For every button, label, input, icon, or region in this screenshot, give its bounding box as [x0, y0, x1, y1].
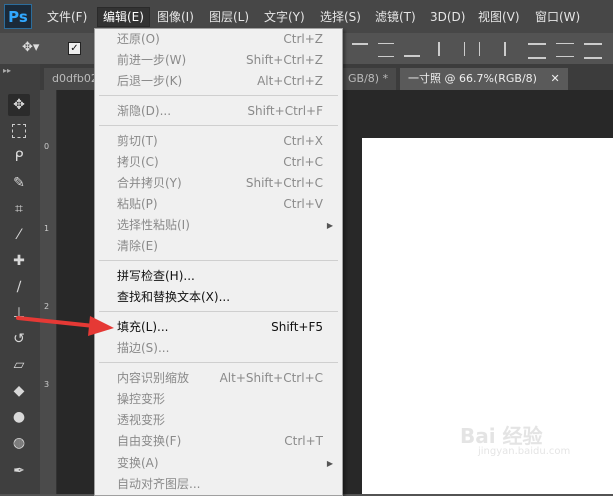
tab-document-2[interactable]: GB/8) *: [340, 68, 397, 90]
menu-item-copy-merged[interactable]: 合并拷贝(Y) Shift+Ctrl+C: [95, 173, 342, 194]
align-hcenter-icon[interactable]: [464, 42, 480, 56]
menu-item-cut[interactable]: 剪切(T) Ctrl+X: [95, 131, 342, 152]
move-tool-preset-icon[interactable]: ✥▾: [22, 40, 46, 58]
menu-separator: [99, 95, 338, 96]
align-right-icon[interactable]: [490, 42, 506, 56]
distribute-bottom-icon[interactable]: [584, 43, 602, 59]
menu-item-copy[interactable]: 拷贝(C) Ctrl+C: [95, 152, 342, 173]
menu-separator: [99, 362, 338, 363]
align-top-icon[interactable]: [352, 43, 368, 57]
align-vcenter-icon[interactable]: [378, 43, 394, 57]
healing-brush-tool-icon[interactable]: ✚: [8, 250, 30, 272]
ruler-mark: 3: [44, 380, 50, 389]
crop-tool-icon[interactable]: ⌗: [8, 198, 30, 220]
menu-item-fill[interactable]: 填充(L)... Shift+F5: [95, 317, 342, 338]
brush-tool-icon[interactable]: ∕: [8, 276, 30, 298]
baidu-watermark-url: jingyan.baidu.com: [478, 446, 571, 457]
menu-item-content-aware-scale[interactable]: 内容识别缩放 Alt+Shift+Ctrl+C: [95, 368, 342, 389]
dodge-tool-icon[interactable]: ◍: [8, 432, 30, 454]
menu-view[interactable]: 视图(V): [478, 8, 520, 26]
menu-layer[interactable]: 图层(L): [209, 8, 249, 26]
menu-type[interactable]: 文字(Y): [264, 8, 305, 26]
menu-item-puppet-warp[interactable]: 操控变形: [95, 389, 342, 410]
tab-document-1[interactable]: d0dfb02: [44, 68, 100, 90]
menu-separator: [99, 311, 338, 312]
menu-item-step-backward[interactable]: 后退一步(K) Alt+Ctrl+Z: [95, 71, 342, 92]
align-bottom-icon[interactable]: [404, 43, 420, 57]
menu-select[interactable]: 选择(S): [320, 8, 361, 26]
tab-close-icon[interactable]: ✕: [550, 72, 559, 85]
quick-select-tool-icon[interactable]: ✎: [8, 172, 30, 194]
tab-title: 一寸照 @ 66.7%(RGB/8): [408, 72, 537, 85]
menu-separator: [99, 125, 338, 126]
tools-panel: ▸▸ ✥ ᑭ ✎ ⌗ ⁄ ✚ ∕ ⊥ ↺ ▱ ◆ ● ◍ ✒: [0, 64, 41, 494]
eraser-tool-icon[interactable]: ▱: [8, 354, 30, 376]
menu-3d[interactable]: 3D(D): [430, 8, 465, 26]
baidu-watermark: Bai 经验: [460, 424, 543, 448]
move-tool-icon[interactable]: ✥: [8, 94, 30, 116]
lasso-tool-icon[interactable]: ᑭ: [8, 146, 30, 168]
menu-item-find-replace[interactable]: 查找和替换文本(X)...: [95, 287, 342, 308]
menu-item-check-spelling[interactable]: 拼写检查(H)...: [95, 266, 342, 287]
eyedropper-tool-icon[interactable]: ⁄: [8, 224, 30, 246]
menu-item-clear[interactable]: 清除(E): [95, 236, 342, 257]
paint-bucket-tool-icon[interactable]: ◆: [8, 380, 30, 402]
menu-item-step-forward[interactable]: 前进一步(W) Shift+Ctrl+Z: [95, 50, 342, 71]
blur-tool-icon[interactable]: ●: [8, 406, 30, 428]
menu-file[interactable]: 文件(F): [47, 8, 87, 26]
marquee-tool-icon[interactable]: [8, 120, 30, 142]
ruler-mark: 0: [44, 142, 50, 151]
distribute-vcenter-icon[interactable]: [556, 43, 574, 57]
menu-item-paste-special[interactable]: 选择性粘贴(I) ▶: [95, 215, 342, 236]
pen-tool-icon[interactable]: ✒: [8, 460, 30, 482]
menu-edit[interactable]: 编辑(E): [97, 7, 150, 27]
menu-item-transform[interactable]: 变换(A) ▶: [95, 453, 342, 474]
menu-window[interactable]: 窗口(W): [535, 8, 580, 26]
menu-item-auto-align-layers[interactable]: 自动对齐图层...: [95, 474, 342, 495]
menu-item-free-transform[interactable]: 自由变换(F) Ctrl+T: [95, 431, 342, 452]
menu-separator: [99, 260, 338, 261]
menu-filter[interactable]: 滤镜(T): [375, 8, 416, 26]
menu-item-perspective-warp[interactable]: 透视变形: [95, 410, 342, 431]
align-left-icon[interactable]: [438, 42, 454, 56]
panel-collapse-icon[interactable]: ▸▸: [3, 66, 11, 75]
vertical-ruler: 0 1 2 3: [40, 90, 57, 494]
submenu-arrow-icon: ▶: [326, 221, 333, 230]
menu-image[interactable]: 图像(I): [157, 8, 194, 26]
submenu-arrow-icon: ▶: [326, 459, 333, 468]
tab-document-active[interactable]: 一寸照 @ 66.7%(RGB/8) ✕: [400, 68, 568, 90]
ruler-mark: 1: [44, 224, 50, 233]
distribute-top-icon[interactable]: [528, 43, 546, 59]
menu-item-stroke[interactable]: 描边(S)...: [95, 338, 342, 359]
menu-item-paste[interactable]: 粘贴(P) Ctrl+V: [95, 194, 342, 215]
red-arrow-annotation: [16, 316, 114, 336]
menu-item-undo[interactable]: 还原(O) Ctrl+Z: [95, 29, 342, 50]
photoshop-logo: Ps: [4, 4, 32, 29]
edit-menu-dropdown: 还原(O) Ctrl+Z 前进一步(W) Shift+Ctrl+Z 后退一步(K) A…: [94, 28, 343, 496]
menu-item-fade[interactable]: 渐隐(D)... Shift+Ctrl+F: [95, 101, 342, 122]
auto-select-checkbox[interactable]: ✓: [68, 42, 81, 55]
